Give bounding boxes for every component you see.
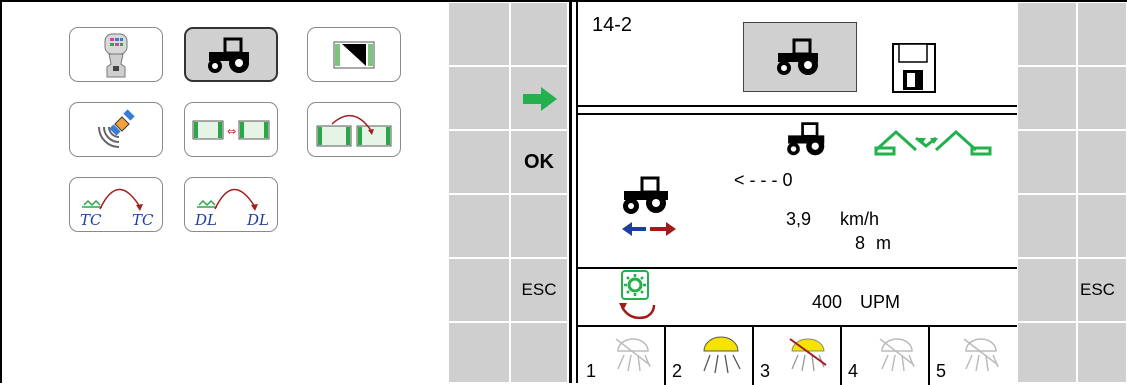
work-light-label: 1 — [586, 361, 597, 381]
softkey-r3-b[interactable] — [1077, 130, 1127, 194]
implement-icon — [874, 129, 992, 156]
softkey-r1-a[interactable] — [1017, 2, 1077, 66]
tractor-icon — [787, 122, 825, 156]
left-softkey-bar: OK ESC — [448, 2, 568, 383]
ok-softkey[interactable]: OK — [510, 130, 568, 194]
screen-copy-icon — [316, 114, 392, 146]
speed-value: 3,9 — [786, 209, 812, 229]
pto-value: 400 — [812, 292, 843, 312]
screen-copy-tile[interactable] — [307, 102, 401, 157]
tractor-settings-mask: 14-2 < - - - 0 3,9 km/h 8 m 400 UPM 1 2 … — [569, 2, 1018, 385]
esc-label: ESC — [521, 280, 557, 299]
page-id: 14-2 — [592, 14, 633, 36]
softkey-l1-a[interactable] — [448, 2, 510, 66]
work-light-off-icon — [879, 338, 915, 372]
work-light-1[interactable]: 1 — [578, 327, 666, 385]
pto-unit: UPM — [860, 292, 900, 312]
esc-label: ESC — [1080, 280, 1115, 299]
svg-text:DL: DL — [194, 211, 217, 229]
svg-text:⇔: ⇔ — [227, 125, 236, 138]
esc-softkey-right[interactable]: ESC — [1077, 258, 1127, 322]
tractor-icon — [208, 37, 249, 73]
work-light-off-icon — [615, 338, 651, 372]
softkey-r5-a[interactable] — [1017, 258, 1077, 322]
work-light-2[interactable]: 2 — [666, 327, 754, 385]
display-icon — [333, 41, 375, 68]
tractor-select-button[interactable] — [743, 22, 857, 92]
work-light-label: 2 — [672, 361, 683, 381]
svg-text:TC: TC — [132, 211, 154, 229]
function-menu: ⇔ TC TC DL DL — [2, 2, 448, 383]
esc-softkey-left[interactable]: ESC — [510, 258, 568, 322]
ok-label: OK — [524, 150, 554, 173]
dl-copy-tile[interactable]: DL DL — [184, 177, 278, 232]
softkey-r2-a[interactable] — [1017, 66, 1077, 130]
work-light-disabled-icon — [789, 338, 827, 372]
tractor-direction-icon — [622, 176, 676, 236]
svg-text:DL: DL — [246, 211, 269, 229]
work-light-label: 3 — [760, 361, 771, 381]
work-light-off-icon — [963, 338, 999, 372]
task-controller-copy-icon: TC TC — [80, 188, 154, 229]
pto-rotation-icon[interactable] — [618, 269, 660, 323]
joystick-tile[interactable] — [69, 27, 163, 82]
speed-unit: km/h — [840, 209, 880, 229]
softkey-l2-a[interactable] — [448, 66, 510, 130]
softkey-r6-a[interactable] — [1017, 322, 1077, 383]
satellite-icon — [98, 108, 135, 148]
screen-swap-icon: ⇔ — [192, 120, 270, 139]
arrow-right-icon — [523, 87, 557, 111]
screen-swap-tile[interactable]: ⇔ — [184, 102, 278, 157]
tractor-icon — [777, 38, 818, 75]
divider — [578, 113, 1017, 115]
reverse-indicator: < - - - 0 — [734, 170, 793, 190]
softkey-r2-b[interactable] — [1077, 66, 1127, 130]
softkey-l1-b[interactable] — [510, 2, 568, 66]
softkey-r4-a[interactable] — [1017, 194, 1077, 258]
joystick-icon — [104, 33, 128, 77]
softkey-l4-b[interactable] — [510, 194, 568, 258]
right-softkey-bar: ESC — [1017, 2, 1127, 383]
work-light-label: 4 — [848, 361, 859, 381]
terminal-config-tile[interactable] — [307, 27, 401, 82]
softkey-r6-b[interactable] — [1077, 322, 1127, 383]
svg-text:TC: TC — [80, 211, 102, 229]
softkey-l3-a[interactable] — [448, 130, 510, 194]
softkey-l6-b[interactable] — [510, 322, 568, 383]
distance-unit: m — [876, 233, 891, 253]
tc-copy-tile[interactable]: TC TC — [69, 177, 163, 232]
data-logger-copy-icon: DL DL — [194, 188, 269, 229]
distance-value: 8 — [855, 233, 866, 253]
work-light-label: 5 — [936, 361, 947, 381]
softkey-l4-a[interactable] — [448, 194, 510, 258]
softkey-l6-a[interactable] — [448, 322, 510, 383]
save-icon[interactable] — [891, 42, 937, 94]
work-light-3[interactable]: 3 — [754, 327, 842, 385]
softkey-r4-b[interactable] — [1077, 194, 1127, 258]
divider — [578, 105, 1017, 107]
softkey-r1-b[interactable] — [1077, 2, 1127, 66]
tractor-tile[interactable] — [184, 27, 278, 82]
next-page-softkey[interactable] — [510, 66, 568, 130]
softkey-l5-a[interactable] — [448, 258, 510, 322]
softkey-r3-a[interactable] — [1017, 130, 1077, 194]
work-light-5[interactable]: 5 — [930, 327, 1018, 385]
work-light-4[interactable]: 4 — [842, 327, 930, 385]
gps-tile[interactable] — [69, 102, 163, 157]
work-light-on-icon — [703, 336, 741, 374]
